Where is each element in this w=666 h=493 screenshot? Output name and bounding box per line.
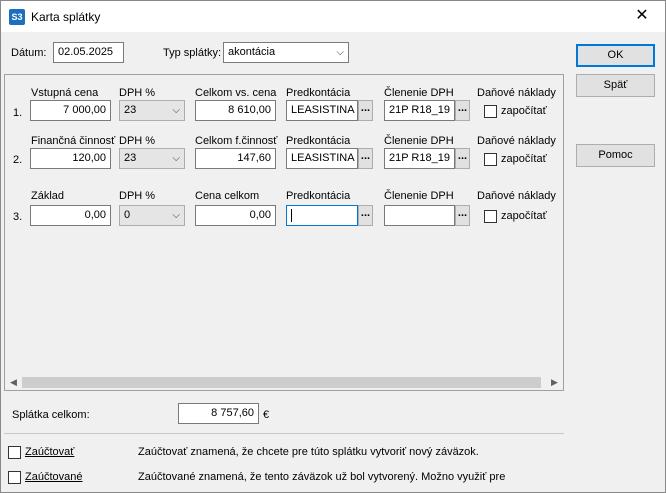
currency-label: € [263,409,270,421]
dph-value: 23 [124,152,137,164]
dph-label: DPH % [119,87,156,99]
predkontacia-input[interactable]: LEASISTINA [286,100,358,121]
zauctovane-checkbox[interactable] [8,471,21,484]
help-button[interactable]: Pomoc [576,144,655,167]
amount-input[interactable]: 120,00 [30,148,111,169]
row-number: 3. [13,211,23,223]
text-cursor [291,208,292,222]
zapocitat-checkbox[interactable] [484,210,497,223]
row-number: 2. [13,154,23,166]
zapocitat-label: započítať [501,210,547,222]
row-number: 1. [13,107,23,119]
dialog-window: S3 Karta splátky ✕ Dátum: 02.05.2025 Typ… [0,0,666,493]
danove-label: Daňové náklady [477,87,556,99]
zauctovat-checkbox[interactable] [8,446,21,459]
dph-select[interactable]: 0 ⌵ [119,205,185,226]
typ-splatky-select[interactable]: akontácia ⌵ [223,42,349,63]
back-button[interactable]: Späť [576,74,655,97]
zauctovane-description: Zaúčtované znamená, že tento záväzok už … [138,471,506,483]
clenenie-input[interactable] [384,205,455,226]
horizontal-scrollbar[interactable]: ◀ ▶ [5,375,563,390]
dph-value: 23 [124,104,137,116]
clenenie-label: Členenie DPH [384,190,454,202]
clenenie-label: Členenie DPH [384,135,454,147]
dph-select[interactable]: 23 ⌵ [119,100,185,121]
close-icon[interactable]: ✕ [619,1,665,32]
predkontacia-input[interactable]: LEASISTINA [286,148,358,169]
dph-label: DPH % [119,190,156,202]
title-bar: S3 Karta splátky ✕ [1,1,665,32]
total-label: Celkom f.činnosť [195,135,278,147]
typ-splatky-value: akontácia [228,46,276,58]
chevron-down-icon: ⌵ [336,47,344,58]
rows-panel [4,74,564,391]
clenenie-browse-button[interactable]: ... [455,148,470,169]
zauctovat-label: Zaúčtovať [25,446,75,458]
chevron-down-icon: ⌵ [172,153,180,164]
divider [4,433,564,434]
zauctovane-label: Zaúčtované [25,471,83,483]
zapocitat-label: započítať [501,153,547,165]
scroll-right-icon[interactable]: ▶ [546,375,563,390]
clenenie-browse-button[interactable]: ... [455,205,470,226]
danove-label: Daňové náklady [477,190,556,202]
scroll-left-icon[interactable]: ◀ [5,375,22,390]
splatka-celkom-input: 8 757,60 [178,403,259,424]
amount-label: Základ [31,190,65,202]
danove-label: Daňové náklady [477,135,556,147]
clenenie-label: Členenie DPH [384,87,454,99]
total-label: Cena celkom [195,190,260,202]
total-input[interactable]: 8 610,00 [195,100,276,121]
typ-splatky-label: Typ splátky: [163,47,222,59]
window-title: Karta splátky [31,10,101,24]
clenenie-input[interactable]: 21P R18_19 [384,100,455,121]
predkontacia-input[interactable] [286,205,358,226]
zapocitat-checkbox[interactable] [484,105,497,118]
ok-button[interactable]: OK [576,44,655,67]
total-label: Celkom vs. cena [195,87,277,99]
dph-select[interactable]: 23 ⌵ [119,148,185,169]
total-input[interactable]: 0,00 [195,205,276,226]
splatka-celkom-label: Splátka celkom: [12,409,90,421]
dph-label: DPH % [119,135,156,147]
dph-value: 0 [124,209,131,221]
amount-label: Vstupná cena [31,87,99,99]
total-input[interactable]: 147,60 [195,148,276,169]
predkontacia-browse-button[interactable]: ... [358,205,373,226]
amount-input[interactable]: 0,00 [30,205,111,226]
chevron-down-icon: ⌵ [172,105,180,116]
predkontacia-label: Predkontácia [286,135,351,147]
zapocitat-checkbox[interactable] [484,153,497,166]
amount-input[interactable]: 7 000,00 [30,100,111,121]
datum-input[interactable]: 02.05.2025 [53,42,124,63]
chevron-down-icon: ⌵ [172,210,180,221]
predkontacia-label: Predkontácia [286,87,351,99]
clenenie-input[interactable]: 21P R18_19 [384,148,455,169]
zapocitat-label: započítať [501,105,547,117]
predkontacia-browse-button[interactable]: ... [358,100,373,121]
amount-label: Finančná činnosť [31,135,116,147]
predkontacia-label: Predkontácia [286,190,351,202]
datum-label: Dátum: [11,47,47,59]
app-icon: S3 [9,9,25,25]
zauctovat-description: Zaúčtovať znamená, že chcete pre túto sp… [138,446,479,458]
predkontacia-browse-button[interactable]: ... [358,148,373,169]
clenenie-browse-button[interactable]: ... [455,100,470,121]
scrollbar-thumb[interactable] [22,377,541,388]
